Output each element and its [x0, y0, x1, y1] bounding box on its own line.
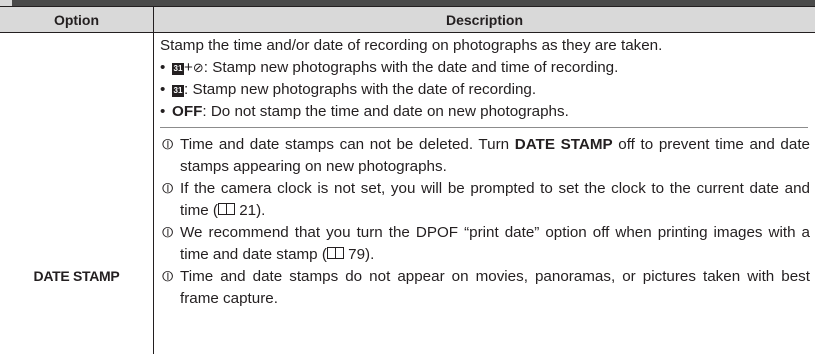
clock-icon: ⊘ — [192, 60, 204, 75]
bullet-item-date-time: • 31 +⊘: Stamp new photographs with the da… — [160, 57, 808, 79]
note3-pre: We recommend that you turn the DPOF “pri… — [180, 224, 810, 263]
calendar-icon: 31 — [172, 63, 184, 75]
calendar-icon: 31 — [172, 85, 184, 97]
caution-icon: ⦶ — [162, 224, 174, 241]
note4-text: Time and date stamps do not appear on mo… — [180, 268, 810, 307]
caution-icon: ⦶ — [162, 180, 174, 197]
caution-icon: ⦶ — [162, 268, 174, 285]
caution-icon: ⦶ — [162, 136, 174, 153]
header-description: Description — [153, 6, 815, 33]
option-name: DATE STAMP — [33, 268, 120, 284]
notes-block: ⦶ Time and date stamps can not be deleted… — [160, 134, 810, 310]
off-label: OFF — [172, 103, 203, 120]
intro-text: Stamp the time and/or date of recording … — [160, 37, 663, 54]
header-option: Option — [0, 6, 153, 33]
bullet-item-date: • 31: Stamp new photographs with the date… — [160, 81, 537, 98]
note3-post: ). — [365, 246, 375, 263]
book-icon — [326, 247, 344, 259]
manual-page: Option Description DATE STAMP Stamp the … — [0, 0, 815, 354]
note-item: ⦶ If the camera clock is not set, you wil… — [160, 178, 810, 222]
note-item: ⦶ We recommend that you turn the DPOF “pr… — [160, 222, 810, 266]
note3-page: 79 — [348, 246, 366, 263]
separator — [160, 127, 808, 128]
column-divider — [153, 33, 154, 354]
note2-pre: If the camera clock is not set, you will… — [180, 180, 810, 219]
bullet-item-off: • OFF: Do not stamp the time and date on … — [160, 103, 569, 120]
description-block: Stamp the time and/or date of recording … — [160, 35, 808, 123]
note-item: ⦶ Time and date stamps do not appear on m… — [160, 266, 810, 310]
note-item: ⦶ Time and date stamps can not be deleted… — [160, 134, 810, 178]
note1-bold: DATE STAMP — [514, 136, 613, 153]
note2-post: ). — [256, 202, 266, 219]
book-icon — [217, 203, 235, 215]
bullet3-text: : Do not stamp the time and date on new … — [202, 103, 569, 120]
bullet1-text: : Stamp new photographs with the date an… — [203, 59, 619, 76]
bullet2-text: : Stamp new photographs with the date of… — [184, 81, 537, 98]
note1-pre: Time and date stamps can not be deleted.… — [180, 136, 515, 153]
note2-page: 21 — [239, 202, 257, 219]
